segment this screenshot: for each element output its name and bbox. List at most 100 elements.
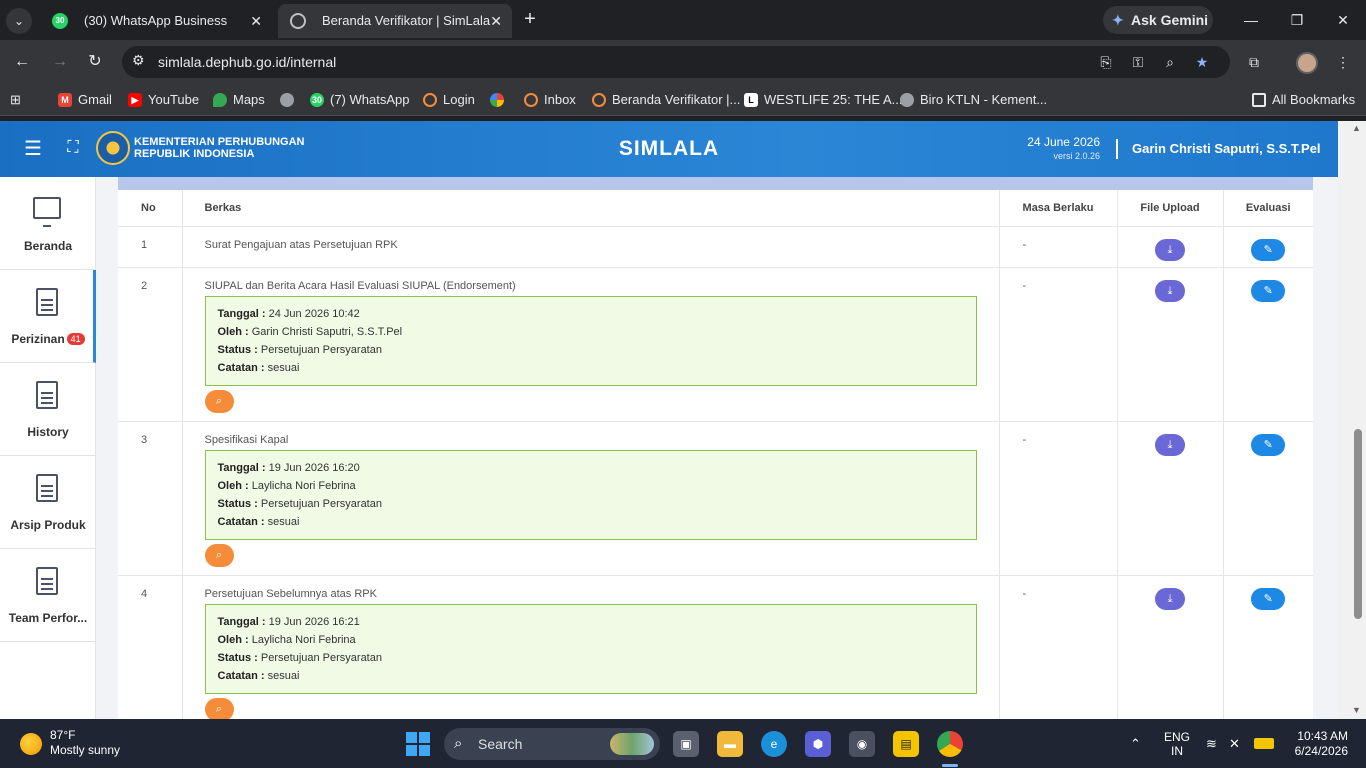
preview-search-button[interactable]: ⌕ [204, 697, 234, 719]
taskbar-search[interactable]: ⌕ Search [444, 728, 660, 760]
close-icon[interactable]: ✕ [490, 4, 502, 38]
key-icon[interactable]: ⚿ [1128, 52, 1148, 72]
sidebar-item-team-performance[interactable]: Team Perfor... [0, 549, 96, 642]
chrome-icon[interactable] [937, 731, 963, 757]
scroll-down-icon[interactable]: ▼ [1352, 705, 1361, 715]
table-row: 1 Surat Pengajuan atas Persetujuan RPK -… [118, 226, 1313, 268]
sidebar-item-arsip-produk[interactable]: Arsip Produk [0, 456, 96, 549]
preview-search-button[interactable]: ⌕ [204, 389, 234, 413]
evaluate-button[interactable]: ✎ [1251, 587, 1286, 610]
zoom-icon[interactable]: ⌕ [1160, 52, 1180, 72]
bookmark-beranda[interactable]: Beranda Verifikator |... [592, 84, 740, 116]
sidebar-item-label: Arsip Produk [10, 518, 86, 532]
close-window-button[interactable]: ✕ [1320, 0, 1366, 40]
windows-taskbar: 87°F Mostly sunny ⌕ Search ▣ ▬ e ⬢ ◉ ▤ ⌃… [0, 719, 1366, 768]
sidebar-item-label: Perizinan 41 [0, 332, 96, 346]
tray-overflow-icon[interactable]: ⌃ [1130, 719, 1141, 768]
bookmark-globe[interactable] [280, 84, 300, 116]
wifi-icon[interactable]: ≋ [1206, 719, 1217, 768]
sidebar-item-perizinan[interactable]: Perizinan 41 [0, 270, 96, 363]
bookmark-label: Beranda Verifikator |... [612, 92, 741, 107]
row-eval: ✎ [1223, 267, 1313, 422]
sticky-notes-icon[interactable]: ▤ [893, 731, 919, 757]
back-icon[interactable]: ← [10, 50, 34, 74]
row-file: ⤓ [1117, 226, 1224, 268]
windows-start-icon[interactable] [406, 732, 430, 756]
weather-sun-icon[interactable] [20, 733, 42, 755]
bookmark-star-icon[interactable]: ★ [1192, 52, 1212, 72]
speaker-muted-icon[interactable]: ✕ [1229, 719, 1240, 768]
row-file: ⤓ [1117, 421, 1224, 576]
task-view-icon[interactable]: ▣ [673, 731, 699, 757]
url-text[interactable]: simlala.dephub.go.id/internal [158, 46, 336, 78]
reload-icon[interactable]: ↻ [83, 50, 107, 74]
site-info-icon[interactable]: ⚙ [132, 52, 145, 69]
app-hex-icon[interactable]: ⬢ [805, 731, 831, 757]
weather-widget[interactable]: 87°F Mostly sunny [50, 728, 120, 758]
evaluate-button[interactable]: ✎ [1251, 433, 1286, 456]
download-button[interactable]: ⤓ [1155, 587, 1185, 610]
tab-whatsapp[interactable]: 30 (30) WhatsApp Business ✕ [40, 4, 272, 38]
note-value: Laylicha Nori Febrina [251, 633, 356, 646]
new-tab-button[interactable]: + [518, 8, 542, 32]
all-bookmarks[interactable]: All Bookmarks [1252, 84, 1355, 116]
note-label: Catatan : [217, 515, 265, 528]
scroll-thumb[interactable] [1354, 429, 1362, 619]
forward-icon[interactable]: → [48, 50, 72, 74]
note-status: Status : Persetujuan Persyaratan [218, 649, 964, 667]
bookmark-westlife[interactable]: L WESTLIFE 25: THE A... [744, 84, 902, 116]
bookmark-maps[interactable]: Maps [213, 84, 265, 116]
install-app-icon[interactable]: ⎘ [1096, 52, 1116, 72]
note-oleh: Oleh : Garin Christi Saputri, S.S.T.Pel [218, 323, 964, 341]
evaluation-note: Tanggal : 24 Jun 2026 10:42 Oleh : Garin… [204, 295, 977, 386]
row-masa: - [999, 421, 1118, 576]
menu-icon[interactable]: ⋮ [1331, 50, 1355, 74]
edge-icon[interactable]: e [761, 731, 787, 757]
language-indicator[interactable]: ENG IN [1164, 730, 1190, 760]
evaluate-button[interactable]: ✎ [1251, 279, 1286, 302]
evaluate-button[interactable]: ✎ [1251, 238, 1286, 261]
note-label: Status : [217, 497, 258, 510]
letter-l-icon: L [744, 93, 758, 107]
tab-search-icon[interactable]: ⌄ [6, 8, 32, 34]
apps-icon[interactable]: ⊞ [10, 84, 21, 116]
close-icon[interactable]: ✕ [250, 4, 262, 38]
minimize-button[interactable]: — [1228, 0, 1274, 40]
note-label: Tanggal : [217, 307, 266, 320]
sidebar-item-history[interactable]: History [0, 363, 96, 456]
table-header-row: No Berkas Masa Berlaku File Upload Evalu… [118, 190, 1313, 227]
bookmark-login[interactable]: Login [423, 84, 475, 116]
preview-search-button[interactable]: ⌕ [204, 543, 234, 567]
download-button[interactable]: ⤓ [1155, 279, 1185, 302]
address-bar[interactable]: ⚙ simlala.dephub.go.id/internal ⎘ ⚿ ⌕ ★ [122, 46, 1230, 78]
note-label: Catatan : [217, 669, 265, 682]
tab-simlala[interactable]: Beranda Verifikator | SimLala ✕ [278, 4, 512, 38]
maximize-button[interactable]: ❐ [1274, 0, 1320, 40]
download-button[interactable]: ⤓ [1155, 433, 1185, 456]
note-oleh: Oleh : Laylicha Nori Febrina [218, 631, 964, 649]
page-scrollbar[interactable]: ▲ ▼ [1338, 121, 1366, 719]
note-value: sesuai [267, 515, 300, 528]
download-button[interactable]: ⤓ [1155, 238, 1185, 261]
bookmark-youtube[interactable]: ▶ YouTube [128, 84, 199, 116]
bookmark-pinwheel[interactable] [490, 84, 510, 116]
bookmark-inbox[interactable]: Inbox [524, 84, 576, 116]
user-name[interactable]: Garin Christi Saputri, S.S.T.Pel [1132, 141, 1321, 156]
bookmark-whatsapp[interactable]: 30 (7) WhatsApp [310, 84, 409, 116]
battery-icon[interactable] [1254, 738, 1274, 749]
scroll-up-icon[interactable]: ▲ [1352, 123, 1361, 133]
note-value: 24 Jun 2026 10:42 [268, 307, 360, 320]
ask-gemini-button[interactable]: ✦ Ask Gemini [1103, 6, 1213, 34]
whatsapp-icon: 30 [52, 13, 68, 29]
note-value: sesuai [267, 361, 300, 374]
tab-title: (30) WhatsApp Business [84, 13, 228, 28]
file-explorer-icon[interactable]: ▬ [717, 731, 743, 757]
extensions-icon[interactable]: ⧉ [1242, 50, 1266, 74]
camera-icon[interactable]: ◉ [849, 731, 875, 757]
sidebar-item-label: Team Perfor... [8, 611, 88, 625]
bookmark-gmail[interactable]: M Gmail [58, 84, 112, 116]
clock[interactable]: 10:43 AM 6/24/2026 [1290, 729, 1348, 759]
sidebar-item-beranda[interactable]: Beranda [0, 177, 96, 270]
profile-avatar[interactable] [1296, 52, 1318, 74]
bookmark-biro[interactable]: Biro KTLN - Kement... [900, 84, 1047, 116]
